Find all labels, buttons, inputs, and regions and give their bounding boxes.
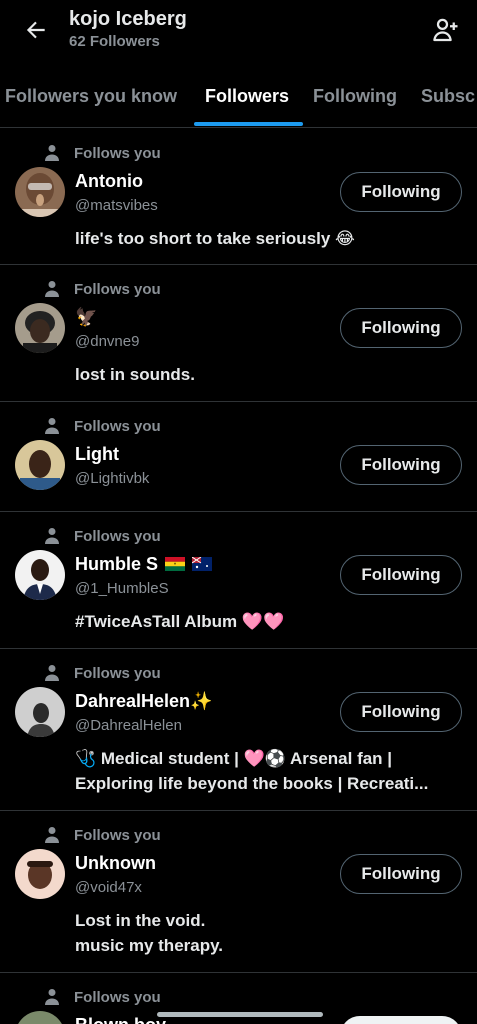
following-button[interactable]: Following bbox=[340, 854, 462, 894]
follower-name[interactable]: Light bbox=[75, 444, 119, 465]
follower-name[interactable]: DahrealHelen✨ bbox=[75, 691, 212, 712]
follower-row[interactable]: Follows you Light @Lightivbk Following bbox=[0, 402, 477, 512]
arrow-left-icon bbox=[26, 21, 45, 39]
following-button[interactable]: Following bbox=[340, 172, 462, 212]
avatar[interactable] bbox=[15, 550, 65, 600]
follower-handle[interactable]: @Lightivbk bbox=[75, 470, 149, 487]
follower-row[interactable]: Follows you Humble S @1_HumbleS #TwiceAs… bbox=[0, 512, 477, 649]
tab-followers[interactable]: Followers bbox=[205, 86, 289, 107]
page-title: kojo Iceberg bbox=[69, 8, 187, 30]
ghana-flag-icon bbox=[165, 557, 186, 571]
following-button[interactable]: Following bbox=[340, 555, 462, 595]
australia-flag-icon bbox=[192, 557, 213, 571]
tab-followers-you-know[interactable]: Followers you know bbox=[5, 86, 177, 107]
avatar[interactable] bbox=[15, 167, 65, 217]
follower-row[interactable]: Follows you Antonio @matsvibes life's to… bbox=[0, 129, 477, 265]
follower-name[interactable]: Unknown bbox=[75, 853, 156, 874]
follower-bio: #TwiceAsTall Album 🩷🩷 bbox=[75, 612, 285, 631]
tab-following[interactable]: Following bbox=[313, 86, 397, 107]
avatar[interactable] bbox=[15, 303, 65, 353]
follower-bio: lost in sounds. bbox=[75, 365, 195, 384]
person-icon bbox=[45, 989, 59, 1005]
follows-you-label: Follows you bbox=[44, 825, 161, 845]
back-button[interactable] bbox=[18, 12, 54, 48]
follows-you-label: Follows you bbox=[44, 663, 161, 683]
following-button[interactable]: Following bbox=[340, 692, 462, 732]
follower-handle[interactable]: @dnvne9 bbox=[75, 333, 139, 350]
person-icon bbox=[45, 281, 59, 297]
follower-handle[interactable]: @1_HumbleS bbox=[75, 580, 169, 597]
follows-you-label: Follows you bbox=[44, 416, 161, 436]
follower-name[interactable]: Antonio bbox=[75, 171, 143, 192]
follows-you-label: Follows you bbox=[44, 526, 161, 546]
avatar[interactable] bbox=[15, 440, 65, 490]
avatar[interactable] bbox=[15, 687, 65, 737]
person-icon bbox=[45, 827, 59, 843]
add-user-icon bbox=[433, 18, 458, 42]
follower-name[interactable]: Blown boy bbox=[75, 1015, 166, 1024]
title-block: kojo Iceberg 62 Followers bbox=[69, 6, 187, 52]
person-icon bbox=[45, 145, 59, 161]
follow-button[interactable] bbox=[340, 1016, 462, 1024]
avatar[interactable] bbox=[15, 849, 65, 899]
follower-row[interactable]: Follows you DahrealHelen✨ @DahrealHelen … bbox=[0, 649, 477, 811]
follower-handle[interactable]: @DahrealHelen bbox=[75, 717, 182, 734]
tab-subscriptions[interactable]: Subsc bbox=[421, 86, 475, 107]
follower-bio: 🩺 Medical student | 🩷⚽ Arsenal fan | Exp… bbox=[75, 749, 429, 793]
follower-bio: Lost in the void. music my therapy. bbox=[75, 911, 224, 955]
active-tab-indicator bbox=[194, 122, 303, 126]
person-icon bbox=[45, 665, 59, 681]
tab-bar: Followers you know Followers Following S… bbox=[0, 78, 477, 128]
follows-you-label: Follows you bbox=[44, 143, 161, 163]
follower-row[interactable]: Follows you 🦅 @dnvne9 lost in sounds. Fo… bbox=[0, 265, 477, 402]
follower-handle[interactable]: @void47x bbox=[75, 879, 142, 896]
follower-bio: life's too short to take seriously 😂 bbox=[75, 229, 355, 248]
home-indicator[interactable] bbox=[157, 1012, 323, 1017]
follower-name[interactable]: 🦅 bbox=[75, 307, 97, 328]
follower-name[interactable]: Humble S bbox=[75, 554, 213, 575]
followers-count: 62 Followers bbox=[69, 33, 160, 50]
person-icon bbox=[45, 418, 59, 434]
avatar[interactable] bbox=[15, 1011, 65, 1024]
follows-you-label: Follows you bbox=[44, 987, 161, 1007]
add-user-button[interactable] bbox=[427, 12, 463, 48]
person-icon bbox=[45, 528, 59, 544]
following-button[interactable]: Following bbox=[340, 445, 462, 485]
follower-row[interactable]: Follows you Unknown @void47x Lost in the… bbox=[0, 811, 477, 973]
profile-header: kojo Iceberg 62 Followers bbox=[0, 0, 477, 70]
follows-you-label: Follows you bbox=[44, 279, 161, 299]
following-button[interactable]: Following bbox=[340, 308, 462, 348]
follower-handle[interactable]: @matsvibes bbox=[75, 197, 158, 214]
followers-list: Follows you Antonio @matsvibes life's to… bbox=[0, 129, 477, 1024]
